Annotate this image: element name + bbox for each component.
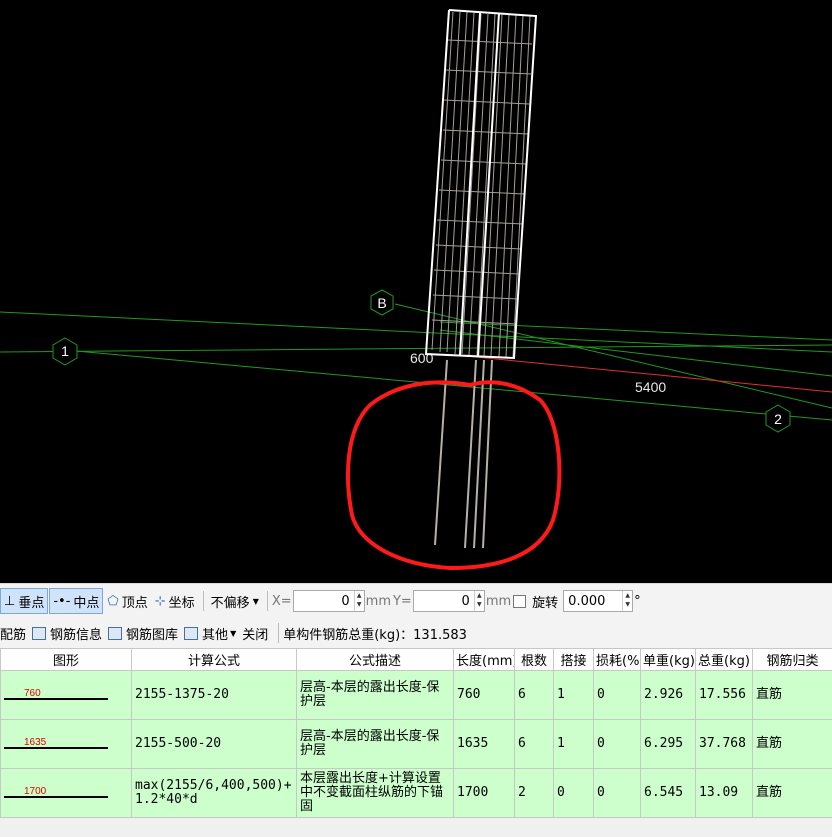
rotate-label: 旋转 (532, 595, 559, 611)
category-cell[interactable]: 直筋 (752, 768, 832, 818)
annotation-circle (346, 380, 562, 571)
total-weight-cell[interactable]: 13.09 (695, 768, 753, 818)
header-category[interactable]: 钢筋归类 (752, 648, 832, 671)
midpoint-icon: -•- (53, 593, 71, 609)
coordinate-snap-button[interactable]: ⊹ 坐标 (152, 589, 198, 613)
header-shape[interactable]: 图形 (0, 648, 132, 671)
perpendicular-icon: ⊥ (4, 593, 16, 609)
axis-bubble-b[interactable]: B (370, 289, 394, 316)
offset-mode-dropdown[interactable]: 不偏移 ▼ (208, 589, 262, 613)
coordinate-icon: ⊹ (154, 593, 166, 609)
status-area (0, 818, 832, 837)
formula-cell[interactable]: 2155-500-20 (131, 719, 297, 769)
formula-cell[interactable]: max(2155/6,400,500)+1.2*40*d (131, 768, 297, 818)
loss-cell[interactable]: 0 (593, 768, 641, 818)
separator (266, 591, 268, 611)
close-button[interactable]: 关闭 (242, 624, 268, 643)
table-row[interactable]: 1700 max(2155/6,400,500)+1.2*40*d 本层露出长度… (0, 768, 832, 818)
total-weight-cell[interactable]: 17.556 (695, 670, 753, 720)
snap-toolbar: ⊥ 垂点 -•- 中点 ⬠ 顶点 ⊹ 坐标 不偏移 ▼ X= 0 ▲ ▼ mm Y… (0, 583, 832, 619)
header-total-weight[interactable]: 总重(kg) (695, 648, 753, 671)
degree-label: ° (634, 593, 641, 609)
model-canvas[interactable]: B 1 2 600 5400 (0, 0, 832, 583)
category-cell[interactable]: 直筋 (752, 670, 832, 720)
spinner-icon[interactable]: ▲ ▼ (622, 591, 632, 611)
x-input[interactable]: 0 ▲ ▼ (292, 590, 365, 612)
vertex-snap-button[interactable]: ⬠ 顶点 (104, 589, 150, 613)
dropdown-arrow-icon: ▼ (252, 596, 259, 606)
separator (202, 591, 204, 611)
unit-weight-cell[interactable]: 2.926 (640, 670, 696, 720)
unit-weight-cell[interactable]: 6.545 (640, 768, 696, 818)
pentagon-icon: ⬠ (107, 593, 119, 609)
dimension-label-600: 600 (410, 350, 434, 366)
header-description[interactable]: 公式描述 (296, 648, 454, 671)
rebar-table: 图形 计算公式 公式描述 长度(mm) 根数 搭接 损耗(%) 单重(kg) 总… (0, 648, 832, 818)
axis-bubble-1[interactable]: 1 (52, 337, 78, 366)
rebar-toolbar: 缩尺配筋 钢筋信息 钢筋图库 其他 ▼ 关闭 单构件钢筋总重(kg)：131.5… (0, 618, 832, 649)
description-cell[interactable]: 层高-本层的露出长度-保护层 (296, 719, 454, 769)
y-unit: mm (485, 593, 512, 609)
library-icon (108, 626, 123, 640)
rebar-shape-line (4, 796, 108, 798)
formula-cell[interactable]: 2155-1375-20 (131, 670, 297, 720)
lap-cell[interactable]: 0 (553, 768, 594, 818)
3d-viewport[interactable]: B 1 2 600 5400 (0, 0, 832, 583)
description-cell[interactable]: 本层露出长度+计算设置中不变截面柱纵筋的下锚固 (296, 768, 454, 818)
y-label: Y= (392, 593, 412, 609)
x-label: X= (271, 593, 292, 609)
header-count[interactable]: 根数 (514, 648, 554, 671)
info-icon (32, 626, 47, 640)
lap-cell[interactable]: 1 (553, 719, 594, 769)
unit-weight-cell[interactable]: 6.295 (640, 719, 696, 769)
svg-text:2: 2 (774, 411, 782, 427)
header-loss[interactable]: 损耗(%) (593, 648, 641, 671)
loss-cell[interactable]: 0 (593, 719, 641, 769)
header-lap[interactable]: 搭接 (553, 648, 594, 671)
x-unit: mm (365, 593, 391, 609)
y-input[interactable]: 0 ▲ ▼ (412, 590, 485, 612)
count-cell[interactable]: 6 (514, 719, 554, 769)
header-length[interactable]: 长度(mm) (453, 648, 515, 671)
rebar-shape-line (4, 698, 108, 700)
separator (278, 623, 280, 643)
shape-cell[interactable]: 760 (0, 670, 132, 720)
svg-text:1: 1 (61, 343, 69, 359)
rebar-info-button[interactable]: 钢筋信息 (32, 624, 102, 643)
description-cell[interactable]: 层高-本层的露出长度-保护层 (296, 670, 454, 720)
table-row[interactable]: 760 2155-1375-20 层高-本层的露出长度-保护层 760 6 1 … (0, 670, 832, 720)
total-weight-cell[interactable]: 37.768 (695, 719, 753, 769)
length-cell[interactable]: 1700 (453, 768, 515, 818)
axis-bubble-2[interactable]: 2 (765, 404, 791, 433)
header-formula[interactable]: 计算公式 (131, 648, 297, 671)
dimension-label-5400: 5400 (635, 379, 666, 395)
rotate-checkbox[interactable] (513, 594, 527, 608)
spinner-icon[interactable]: ▲ ▼ (473, 591, 484, 611)
svg-text:B: B (377, 295, 386, 311)
column-rebar-cage[interactable] (424, 9, 538, 549)
other-icon (184, 626, 199, 640)
loss-cell[interactable]: 0 (593, 670, 641, 720)
category-cell[interactable]: 直筋 (752, 719, 832, 769)
shape-cell[interactable]: 1635 (0, 719, 132, 769)
rotate-input[interactable]: 0.000 ▲ ▼ (563, 590, 634, 612)
scale-rebar-button[interactable]: 缩尺配筋 (0, 624, 26, 643)
rebar-shape-line (4, 747, 108, 749)
rebar-library-button[interactable]: 钢筋图库 (108, 624, 178, 643)
header-unit-weight[interactable]: 单重(kg) (640, 648, 696, 671)
table-row[interactable]: 1635 2155-500-20 层高-本层的露出长度-保护层 1635 6 1… (0, 719, 832, 769)
spinner-icon[interactable]: ▲ ▼ (353, 591, 364, 611)
lap-cell[interactable]: 1 (553, 670, 594, 720)
dropdown-arrow-icon: ▼ (230, 628, 237, 638)
table-header: 图形 计算公式 公式描述 长度(mm) 根数 搭接 损耗(%) 单重(kg) 总… (0, 648, 832, 671)
shape-cell[interactable]: 1700 (0, 768, 132, 818)
length-cell[interactable]: 1635 (453, 719, 515, 769)
midpoint-snap-button[interactable]: -•- 中点 (49, 588, 104, 614)
count-cell[interactable]: 2 (514, 768, 554, 818)
count-cell[interactable]: 6 (514, 670, 554, 720)
total-weight-label: 单构件钢筋总重(kg)：131.583 (283, 627, 467, 643)
other-menu-button[interactable]: 其他 ▼ (184, 624, 236, 643)
length-cell[interactable]: 760 (453, 670, 515, 720)
perpendicular-snap-button[interactable]: ⊥ 垂点 (0, 588, 49, 614)
